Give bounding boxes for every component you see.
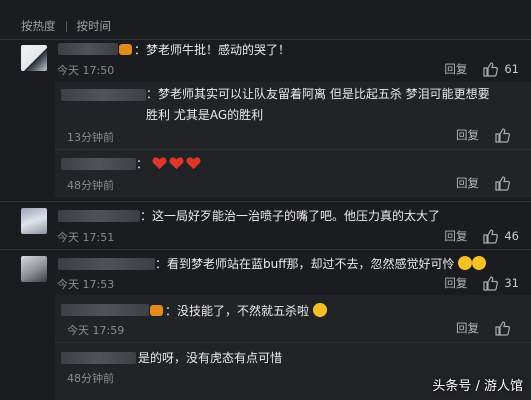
reply-text: ：梦老师其实可以让队友留着阿离 但是比起五杀 梦泪可能更想要胜利 尤其是AG的胜… [146,87,490,122]
like-count: 31 [504,276,519,290]
fan-badge-icon [150,305,163,316]
sort-bar: 按热度 按时间 [21,17,111,35]
like-count: 61 [504,62,519,76]
avatar[interactable] [21,208,47,234]
reply-time: 48分钟前 [67,179,114,192]
thumbs-up-icon[interactable] [482,228,499,244]
watermark: 头条号 / 游人馆 [432,379,523,394]
heart-emoji-icon [152,157,167,170]
reply-text: ：没技能了，不然就五杀啦 [165,302,327,319]
comment-time: 今天 17:53 [57,278,115,291]
sort-by-time-tab[interactable]: 按时间 [77,18,112,34]
comment-actions: 回复 46 [444,228,519,244]
reply-button[interactable]: 回复 [456,127,479,143]
reply-actions: 回复 [456,320,516,336]
username-redacted[interactable] [58,258,155,270]
reply-button[interactable]: 回复 [444,61,467,77]
comment-divider [0,201,531,202]
reply-button[interactable]: 回复 [444,275,467,291]
reply-text: ： [136,155,203,172]
thumbs-up-icon[interactable] [494,320,510,336]
header-divider [0,39,531,40]
laughing-emoji-icon [472,256,487,270]
thumbs-up-icon[interactable] [482,61,499,77]
comment-text: ：看到梦老师站在蓝buff那，却过不去，忽然感觉好可怜 [155,255,487,272]
comment-actions: 回复 61 [444,61,519,77]
heart-emoji-icon [186,157,201,170]
thumbs-up-icon[interactable] [494,175,510,191]
like-count: 46 [504,229,519,243]
username-redacted[interactable] [61,158,136,170]
username-redacted[interactable] [58,43,118,55]
laughing-emoji-icon [458,256,473,270]
username-redacted[interactable] [61,89,146,101]
reply-button[interactable]: 回复 [444,228,467,244]
sort-by-hot-tab[interactable]: 按热度 [21,18,56,34]
reply-actions: 回复 [456,127,516,143]
comment-time: 今天 17:51 [57,231,115,244]
reply-button[interactable]: 回复 [456,175,479,191]
laughing-emoji-icon [312,303,327,317]
reply-divider [55,149,531,150]
reply-actions: 回复 [456,175,516,191]
reply-button[interactable]: 回复 [456,320,479,336]
reply-divider [55,342,531,343]
username-redacted[interactable] [58,210,140,222]
avatar[interactable] [21,45,47,71]
avatar[interactable] [21,256,47,282]
username-redacted[interactable] [61,352,136,364]
heart-emoji-icon [169,157,184,170]
reply-text: 是的呀，没有虎态有点可惜 [138,351,283,365]
comment-divider [0,249,531,250]
comment-text: ：这一局好歹能治一治喷子的嘴了吧。他压力真的太大了 [140,209,441,223]
sort-separator [65,20,67,32]
comment-time: 今天 17:50 [57,64,115,77]
fan-badge-icon [119,44,132,55]
thumbs-up-icon[interactable] [482,275,499,291]
comment-text: ：梦老师牛批！感动的哭了！ [134,43,291,57]
reply-time: 13分钟前 [67,131,114,144]
username-redacted[interactable] [61,304,149,316]
reply-time: 今天 17:59 [67,324,125,337]
thumbs-up-icon[interactable] [494,127,510,143]
comment-actions: 回复 31 [444,275,519,291]
reply-time: 48分钟前 [67,372,114,385]
